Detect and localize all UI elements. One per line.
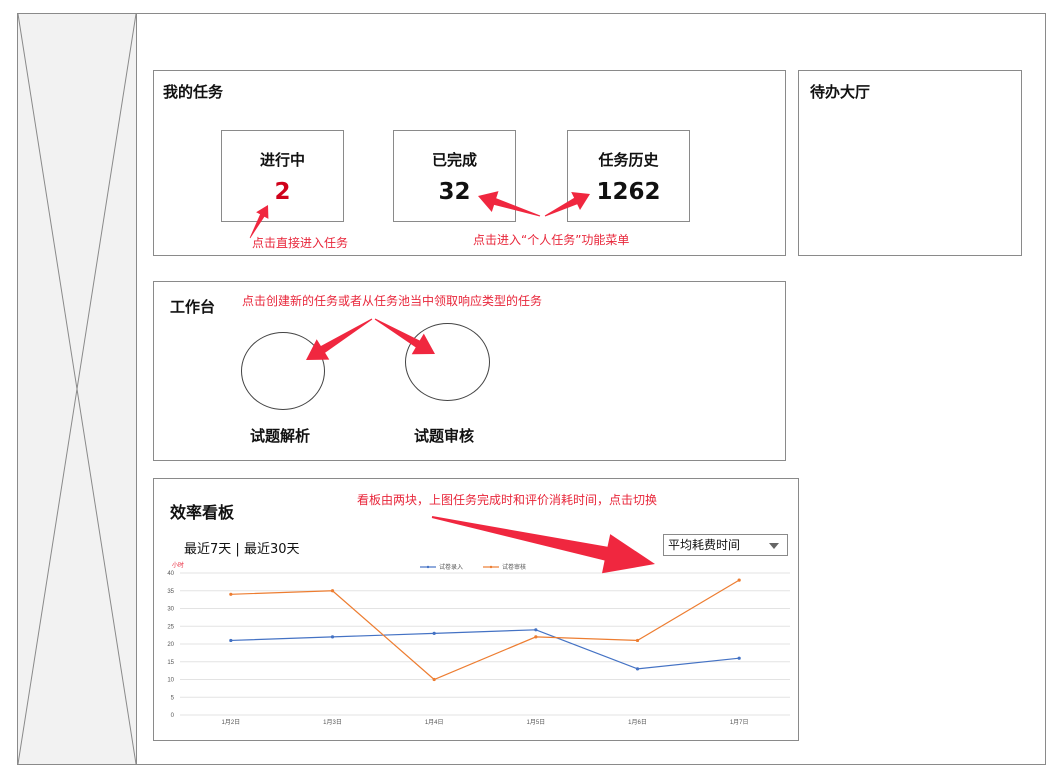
y-tick-label: 10 [167,678,174,684]
y-tick-label: 5 [171,695,175,701]
x-tick-label: 1月7日 [730,719,749,726]
legend-label: 试卷录入 [439,563,463,571]
y-tick-label: 30 [167,607,174,613]
data-point [432,677,436,682]
annotation-arrow [431,516,655,574]
legend-marker [426,565,430,569]
overlay-canvas: 小时 0 5 10 15 20 25 30 35 40 1月2日 1月3日 1月4日 1月5日 1月6日 1月… [17,13,790,765]
x-tick-label: 1月3日 [323,719,342,726]
data-point [635,638,640,643]
data-point [229,592,233,596]
annotation-arrow [306,318,373,360]
data-point [330,589,335,593]
annotation-arrow [478,191,541,217]
annotation-arrows [249,191,655,574]
annotation-arrow [544,192,590,217]
data-point [229,638,233,643]
series-line [230,629,740,670]
legend-label: 试卷审核 [502,563,526,571]
legend-marker [489,565,493,569]
x-tick-label: 1月4日 [425,719,444,726]
annotation-arrow [249,205,269,239]
y-tick-label: 0 [171,713,175,719]
data-point [432,631,436,635]
y-tick-label: 20 [167,642,174,648]
data-point [330,635,335,639]
y-tick-label: 35 [167,589,174,595]
x-tick-label: 1月6日 [628,719,647,726]
data-point [635,667,640,671]
x-tick-label: 1月2日 [221,719,240,726]
efficiency-chart: 小时 0 5 10 15 20 25 30 35 40 1月2日 1月3日 1月4日 1月5日 1月6日 1月… [167,561,790,726]
y-tick-label: 25 [167,624,174,630]
data-point [534,628,538,632]
unit-label: 小时 [172,561,184,569]
series-line [230,579,740,681]
annotation-arrow [374,318,435,355]
data-point [737,578,741,582]
data-point [737,656,741,660]
data-point [534,635,538,639]
y-tick-label: 15 [167,660,174,666]
x-tick-label: 1月5日 [526,719,545,726]
y-tick-label: 40 [167,571,174,577]
